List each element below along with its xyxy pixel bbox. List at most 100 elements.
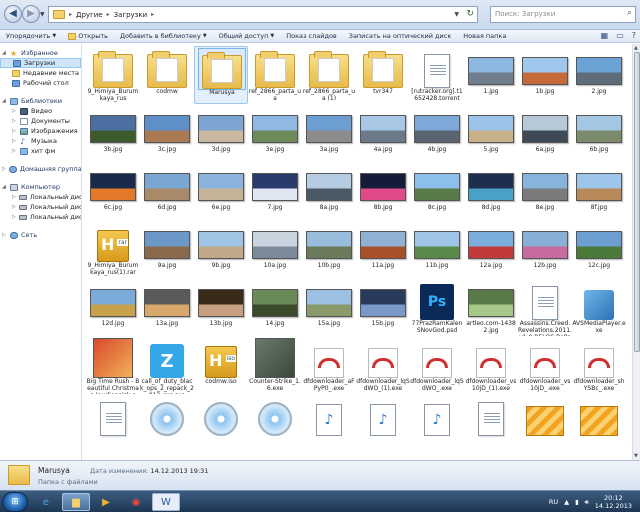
file-item[interactable]: artleo.com-14382.jpg — [464, 278, 518, 336]
volume-icon[interactable]: 🔊︎ — [585, 498, 589, 507]
file-item[interactable]: dfdownloader_lqSdWO_(1).exe — [356, 336, 410, 394]
file-item[interactable]: AVSMediaPlayer.exe — [572, 278, 626, 336]
file-item[interactable]: dfdownloader_shYSBc_.exe — [572, 336, 626, 394]
expand-icon[interactable]: ▷ — [12, 138, 17, 144]
file-item[interactable] — [572, 394, 626, 452]
nav-item-pictures[interactable]: ▷ Изображения — [0, 126, 81, 136]
file-item[interactable]: 13b.jpg — [194, 278, 248, 336]
file-item[interactable] — [248, 394, 302, 452]
file-item[interactable]: dfdownloader_vs10jD_(1).exe — [464, 336, 518, 394]
folder-item[interactable]: 9_Himiya_Burumkaya_rus — [86, 46, 140, 104]
file-item[interactable]: 9a.jpg — [140, 220, 194, 278]
file-item[interactable]: Ps 77PrazRamKalenSNovGod.psd — [410, 278, 464, 336]
help-icon[interactable]: ? — [632, 31, 636, 40]
expand-icon[interactable]: ▷ — [12, 214, 16, 220]
nav-item-desktop[interactable]: Рабочий стол — [0, 78, 81, 88]
file-item[interactable]: 8f.jpg — [572, 162, 626, 220]
file-item[interactable]: 1b.jpg — [518, 46, 572, 104]
file-item[interactable]: 1.jpg — [464, 46, 518, 104]
file-item[interactable]: 7.jpg — [248, 162, 302, 220]
file-item[interactable] — [464, 394, 518, 452]
file-item[interactable]: 15b.jpg — [356, 278, 410, 336]
scrollbar-thumb[interactable] — [634, 52, 640, 352]
file-item[interactable] — [140, 394, 194, 452]
breadcrumb-downloads[interactable]: Загрузки — [114, 11, 148, 19]
nav-item-video[interactable]: ▷ Видео — [0, 106, 81, 116]
explorer-taskbar-icon[interactable]: ▆ — [62, 493, 90, 511]
word-icon[interactable]: W — [152, 493, 180, 511]
favorites-header[interactable]: ◢ ★ Избранное — [0, 48, 81, 58]
language-indicator[interactable]: RU — [549, 498, 558, 506]
file-item[interactable]: 8a.jpg — [302, 162, 356, 220]
file-item[interactable]: 3a.jpg — [302, 104, 356, 162]
open-button[interactable]: Открыть — [62, 32, 114, 40]
expand-icon[interactable]: ▷ — [12, 194, 16, 200]
expand-icon[interactable]: ▷ — [12, 128, 17, 134]
file-item[interactable]: 15a.jpg — [302, 278, 356, 336]
nav-item-homegroup[interactable]: ▷ Домашняя группа — [0, 164, 81, 174]
file-item[interactable]: 10b.jpg — [302, 220, 356, 278]
breadcrumb-other[interactable]: Другие — [76, 11, 103, 19]
file-item[interactable]: Hiso codmw.iso — [194, 336, 248, 394]
new-folder-button[interactable]: Новая папка — [457, 32, 512, 40]
file-item[interactable] — [194, 394, 248, 452]
file-item[interactable]: 11a.jpg — [356, 220, 410, 278]
nav-item-disk-c[interactable]: ▷Локальный диск (C — [0, 192, 81, 202]
file-item[interactable]: [rutracker.org].t1652428.torrent — [410, 46, 464, 104]
clock[interactable]: 20:12 14.12.2013 — [595, 494, 632, 510]
expand-icon[interactable]: ▷ — [12, 108, 17, 114]
chrome-icon[interactable]: ◉ — [122, 493, 150, 511]
file-item[interactable]: 3d.jpg — [194, 104, 248, 162]
add-to-library-button[interactable]: Добавить в библиотеку ▼ — [114, 32, 213, 40]
nav-item-downloads[interactable]: Загрузки — [0, 58, 81, 68]
search-icon[interactable]: ⌕ — [627, 8, 632, 18]
file-item[interactable]: 11b.jpg — [410, 220, 464, 278]
vertical-scrollbar[interactable]: ▲ ▼ — [632, 44, 640, 460]
file-item[interactable]: dfdownloader_lqSdWO_.exe — [410, 336, 464, 394]
expand-icon[interactable]: ▷ — [12, 118, 17, 124]
file-item[interactable]: 4a.jpg — [356, 104, 410, 162]
address-field[interactable]: ▸ Другие ▸ Загрузки ▸ ▼ ↻ — [48, 6, 478, 23]
expand-icon[interactable]: ▷ — [12, 148, 17, 154]
folder-item[interactable]: Marusya — [194, 46, 248, 104]
file-item[interactable]: 12a.jpg — [464, 220, 518, 278]
scroll-up-icon[interactable]: ▲ — [634, 45, 638, 51]
expand-icon[interactable]: ▷ — [2, 166, 6, 172]
expand-icon[interactable]: ▷ — [2, 232, 7, 238]
file-item[interactable]: 2.jpg — [572, 46, 626, 104]
tray-show-hidden-icon[interactable]: ▲ — [564, 498, 569, 506]
file-item[interactable]: 14.jpg — [248, 278, 302, 336]
folder-item[interactable]: codmw — [140, 46, 194, 104]
slideshow-button[interactable]: Показ слайдов — [280, 32, 343, 40]
file-item[interactable]: 12b.jpg — [518, 220, 572, 278]
file-item[interactable]: ♪ — [356, 394, 410, 452]
start-button[interactable]: ⊞ — [2, 492, 28, 512]
expand-icon[interactable]: ▷ — [12, 204, 16, 210]
nav-item-network[interactable]: ▷ Сеть — [0, 230, 81, 240]
file-item[interactable]: 6b.jpg — [572, 104, 626, 162]
file-item[interactable] — [518, 394, 572, 452]
media-player-icon[interactable]: ▶ — [92, 493, 120, 511]
refresh-icon[interactable]: ↻ — [466, 9, 474, 19]
file-item[interactable]: 8e.jpg — [518, 162, 572, 220]
file-item[interactable]: 3e.jpg — [248, 104, 302, 162]
nav-item-disk-d[interactable]: ▷Локальный диск (D — [0, 202, 81, 212]
file-item[interactable]: Hrar 9_Himiya_Burumkaya_rus(1).rar — [86, 220, 140, 278]
file-item[interactable]: 3c.jpg — [140, 104, 194, 162]
file-item[interactable]: 3b.jpg — [86, 104, 140, 162]
scroll-down-icon[interactable]: ▼ — [634, 453, 638, 459]
address-dropdown-icon[interactable]: ▼ — [454, 11, 459, 18]
folder-item[interactable]: tvr347 — [356, 46, 410, 104]
file-item[interactable]: 4b.jpg — [410, 104, 464, 162]
file-item[interactable]: 9b.jpg — [194, 220, 248, 278]
nav-item-disk-f[interactable]: ▷Локальный диск (F — [0, 212, 81, 222]
collapse-icon[interactable]: ◢ — [2, 98, 7, 104]
file-item[interactable]: Big Time Rush - Beautiful Christmas (aud… — [86, 336, 140, 394]
share-button[interactable]: Общий доступ ▼ — [213, 32, 281, 40]
burn-button[interactable]: Записать на оптический диск — [343, 32, 457, 40]
libraries-header[interactable]: ◢ Библиотеки — [0, 96, 81, 106]
search-input[interactable]: Поиск: Загрузки ⌕ — [490, 6, 636, 23]
file-item[interactable]: 6e.jpg — [194, 162, 248, 220]
file-item[interactable] — [86, 394, 140, 452]
collapse-icon[interactable]: ◢ — [2, 50, 7, 56]
